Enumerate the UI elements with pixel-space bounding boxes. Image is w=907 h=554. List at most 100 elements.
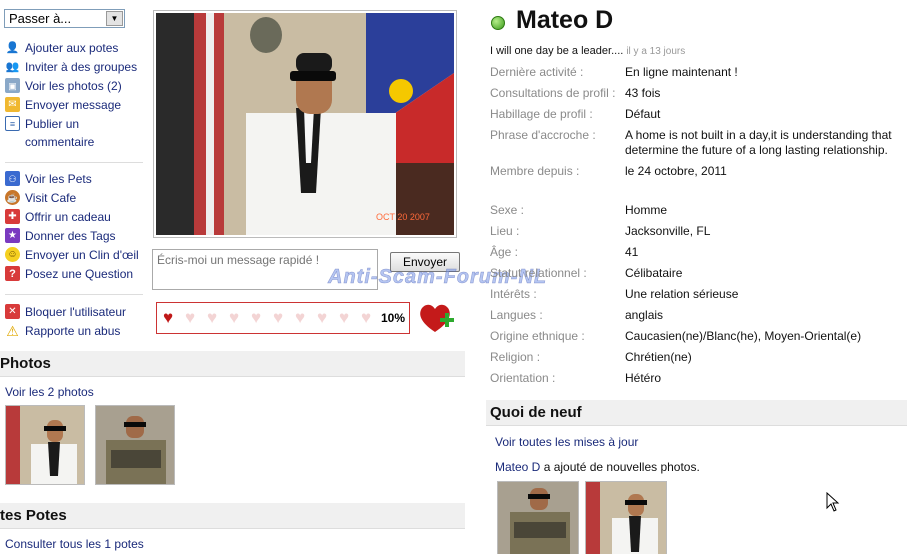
star-icon: ★ bbox=[5, 228, 20, 243]
photos-section-title: Photos bbox=[0, 355, 51, 372]
profile-name: Mateo D bbox=[516, 6, 614, 34]
post-comment-link[interactable]: ≡ Publier un commentaire bbox=[5, 114, 145, 151]
comment-icon: ≡ bbox=[5, 116, 20, 131]
profile-row-label: Religion : bbox=[490, 350, 541, 364]
news-item-text: a ajouté de nouvelles photos. bbox=[540, 460, 700, 474]
block-icon: ✕ bbox=[5, 304, 20, 319]
photo-thumbnail-image bbox=[6, 406, 84, 484]
profile-row-label: Consultations de profil : bbox=[490, 86, 616, 100]
profile-row-label: Sexe : bbox=[490, 203, 525, 217]
menu-item-label: Bloquer l'utilisateur bbox=[25, 305, 127, 319]
camera-icon: ▣ bbox=[5, 78, 20, 93]
profile-row-value: anglais bbox=[625, 308, 664, 322]
social-actions-menu: ⚇ Voir les Pets ☕ Visit Cafe ✚ Offrir un… bbox=[5, 169, 145, 283]
profile-row-value: Caucasien(ne)/Blanc(he), Moyen-Oriental(… bbox=[625, 329, 862, 343]
heart-icon-empty: ♥ bbox=[294, 308, 306, 327]
report-abuse-link[interactable]: ⚠ Rapporte un abus bbox=[5, 321, 145, 340]
add-friend-icon: 👤 bbox=[5, 41, 20, 54]
block-user-link[interactable]: ✕ Bloquer l'utilisateur bbox=[5, 302, 145, 321]
jump-to-select-value: Passer à... bbox=[9, 11, 72, 26]
profile-row-value: Homme bbox=[625, 203, 668, 217]
cafe-icon: ☕ bbox=[5, 190, 20, 205]
smiley-icon: ☺ bbox=[5, 247, 20, 262]
news-item: Mateo D a ajouté de nouvelles photos. bbox=[495, 460, 700, 474]
add-heart-button[interactable] bbox=[418, 302, 456, 336]
gift-icon: ✚ bbox=[5, 209, 20, 224]
profile-row-value: Une relation sérieuse bbox=[625, 287, 739, 301]
profile-row-value: 43 fois bbox=[625, 86, 661, 100]
tagline-time-ago: il y a 13 jours bbox=[626, 46, 686, 57]
question-icon: ? bbox=[5, 266, 20, 281]
envelope-icon: ✉ bbox=[5, 97, 20, 112]
add-heart-icon bbox=[420, 304, 454, 332]
photo-thumbnail[interactable] bbox=[95, 405, 175, 485]
profile-row-value: En ligne maintenant ! bbox=[625, 65, 738, 79]
visit-cafe-link[interactable]: ☕ Visit Cafe bbox=[5, 188, 145, 207]
menu-item-label: Voir les photos (2) bbox=[25, 79, 122, 93]
ask-question-link[interactable]: ? Posez une Question bbox=[5, 264, 145, 283]
photo-thumbnail[interactable] bbox=[5, 405, 85, 485]
view-all-updates-link[interactable]: Voir toutes les mises à jour bbox=[495, 435, 638, 449]
menu-item-label: Voir les Pets bbox=[25, 172, 92, 186]
view-all-friends-link[interactable]: Consulter tous les 1 potes bbox=[5, 537, 144, 551]
menu-divider bbox=[5, 162, 143, 163]
profile-row-value: A home is not built in a day,it is under… bbox=[625, 128, 892, 157]
view-all-photos-link[interactable]: Voir les 2 photos bbox=[5, 385, 94, 399]
invite-groups-link[interactable]: 👥 Inviter à des groupes bbox=[5, 57, 145, 76]
profile-row-label: Orientation : bbox=[490, 371, 556, 385]
heart-meter-percent: 10% bbox=[380, 311, 405, 325]
menu-item-label: Donner des Tags bbox=[25, 229, 116, 243]
news-photo-thumbnail[interactable] bbox=[585, 481, 667, 554]
heart-icon-empty: ♥ bbox=[360, 308, 372, 327]
news-section-header: Quoi de neuf bbox=[486, 400, 907, 426]
profile-row-value: Chrétien(ne) bbox=[625, 350, 692, 364]
send-message-link[interactable]: ✉ Envoyer message bbox=[5, 95, 145, 114]
profile-row-label: Âge : bbox=[490, 245, 519, 259]
heart-icon-empty: ♥ bbox=[206, 308, 218, 327]
heart-meter: ♥ ♥ ♥ ♥ ♥ ♥ ♥ ♥ ♥ ♥ 10% bbox=[156, 302, 410, 334]
pets-icon: ⚇ bbox=[5, 171, 20, 186]
menu-item-label: Envoyer message bbox=[25, 98, 122, 112]
heart-icon-empty: ♥ bbox=[272, 308, 284, 327]
news-photo-thumbnail-image bbox=[498, 482, 578, 554]
photo-thumbnail-image bbox=[96, 406, 174, 484]
menu-item-label: Offrir un cadeau bbox=[25, 210, 111, 224]
heart-icon-empty: ♥ bbox=[184, 308, 196, 327]
profile-row-value: Célibataire bbox=[625, 266, 683, 280]
profile-row-label: Habillage de profil : bbox=[490, 107, 593, 121]
friends-section-title: tes Potes bbox=[0, 507, 67, 524]
menu-item-label: Posez une Question bbox=[25, 267, 134, 281]
profile-row-label: Langues : bbox=[490, 308, 543, 322]
give-gift-link[interactable]: ✚ Offrir un cadeau bbox=[5, 207, 145, 226]
profile-row-label: Intérêts : bbox=[490, 287, 537, 301]
view-pets-link[interactable]: ⚇ Voir les Pets bbox=[5, 169, 145, 188]
heart-icon-empty: ♥ bbox=[250, 308, 262, 327]
menu-item-label: Inviter à des groupes bbox=[25, 60, 138, 74]
profile-row-label: Phrase d'accroche : bbox=[490, 128, 596, 142]
heart-icon-empty: ♥ bbox=[228, 308, 240, 327]
friends-section-header: tes Potes bbox=[0, 503, 465, 529]
profile-actions-menu: 👤 Ajouter aux potes 👥 Inviter à des grou… bbox=[5, 38, 145, 151]
mouse-cursor-icon bbox=[826, 492, 840, 512]
profile-row-value: Défaut bbox=[625, 107, 661, 121]
profile-row-value: Jacksonville, FL bbox=[625, 224, 711, 238]
heart-icon-filled: ♥ bbox=[162, 308, 174, 327]
add-friend-link[interactable]: 👤 Ajouter aux potes bbox=[5, 38, 145, 57]
profile-row-label: Statut relationnel : bbox=[490, 266, 587, 280]
safety-actions-menu: ✕ Bloquer l'utilisateur ⚠ Rapporte un ab… bbox=[5, 302, 145, 340]
profile-photo[interactable]: OCT 20 2007 bbox=[153, 10, 457, 238]
chevron-down-icon[interactable]: ▼ bbox=[106, 11, 123, 26]
profile-row-label: Lieu : bbox=[490, 224, 520, 238]
heart-icon-empty: ♥ bbox=[316, 308, 328, 327]
give-tags-link[interactable]: ★ Donner des Tags bbox=[5, 226, 145, 245]
news-photo-thumbnail-image bbox=[586, 482, 666, 554]
news-photo-thumbnail[interactable] bbox=[497, 481, 579, 554]
send-wink-link[interactable]: ☺ Envoyer un Clin d'œil bbox=[5, 245, 145, 264]
menu-item-label: Rapporte un abus bbox=[25, 324, 121, 338]
news-item-user-link[interactable]: Mateo D bbox=[495, 460, 540, 474]
profile-photo-image: OCT 20 2007 bbox=[156, 13, 454, 235]
view-photos-link[interactable]: ▣ Voir les photos (2) bbox=[5, 76, 145, 95]
menu-item-label: Ajouter aux potes bbox=[25, 41, 119, 55]
tagline-text: I will one day be a leader.... bbox=[490, 45, 624, 57]
jump-to-select[interactable]: Passer à... ▼ bbox=[4, 9, 125, 28]
